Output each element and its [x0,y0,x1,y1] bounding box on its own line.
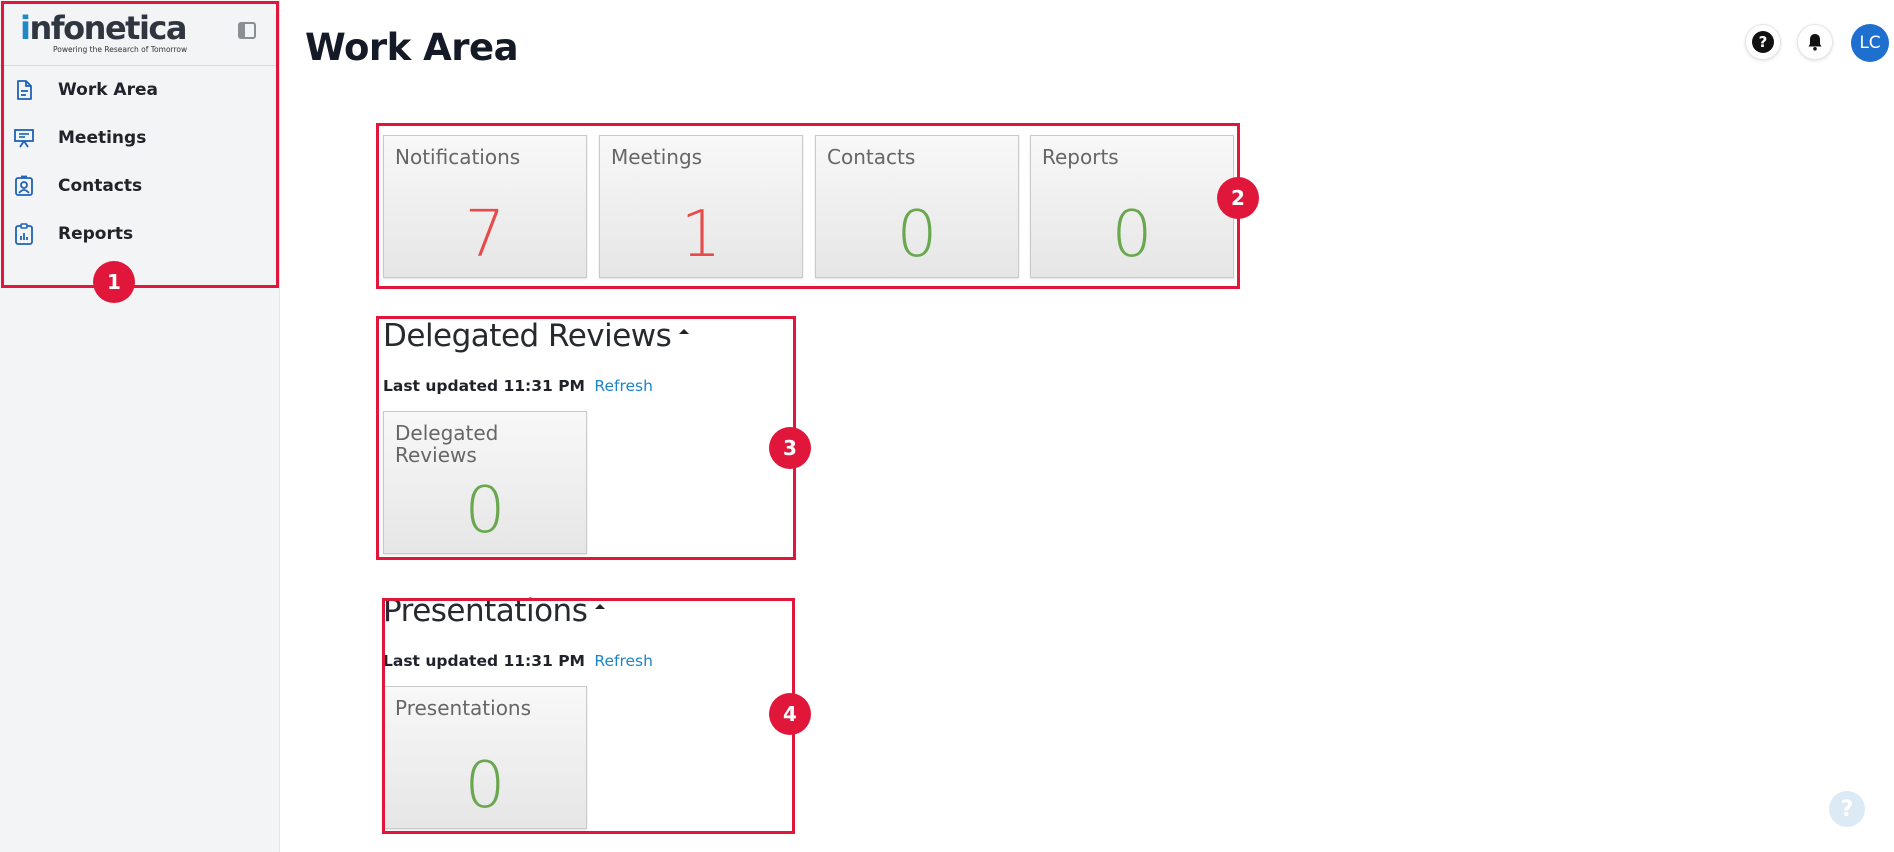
bell-icon [1808,34,1822,51]
annotation-box-3 [376,316,796,560]
app-root: infonetica Powering the Research of Tomo… [0,0,1894,852]
floating-help-icon[interactable]: ? [1829,791,1865,827]
annotation-box-1 [1,1,279,288]
annotation-badge-2: 2 [1217,177,1259,219]
header-actions: ? LC [0,24,1894,64]
notifications-button[interactable] [1797,24,1833,60]
avatar[interactable]: LC [1851,24,1889,62]
help-icon: ? [1752,31,1774,53]
svg-text:?: ? [1759,33,1768,51]
annotation-box-4 [382,598,795,834]
help-button[interactable]: ? [1745,24,1781,60]
annotation-badge-1: 1 [93,261,135,303]
annotation-badge-3: 3 [769,427,811,469]
annotation-box-2 [376,123,1240,289]
annotation-badge-4: 4 [769,693,811,735]
